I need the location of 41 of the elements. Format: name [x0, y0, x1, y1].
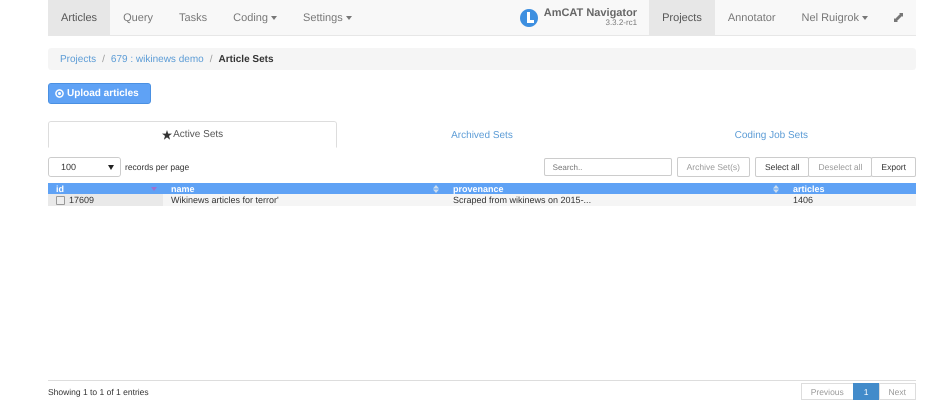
- nav-item[interactable]: Projects: [649, 0, 715, 35]
- table-cell: Scraped from wikinews on 2015-...: [445, 194, 785, 206]
- tab[interactable]: Active Sets: [48, 121, 338, 148]
- page-size-select[interactable]: 100: [48, 157, 121, 177]
- entries-info: Showing 1 to 1 of 1 entries: [48, 387, 149, 397]
- nav-item[interactable]: Annotator: [714, 0, 789, 35]
- version-label: 3.3.2-rc1: [606, 19, 638, 28]
- sort-icon[interactable]: [151, 184, 157, 192]
- nav-item[interactable]: Articles: [48, 0, 110, 35]
- action-button[interactable]: Export: [871, 157, 916, 177]
- nav-item[interactable]: Settings: [290, 0, 365, 35]
- column-header[interactable]: id: [48, 183, 163, 194]
- table-cell: 17609: [48, 194, 163, 206]
- nav-item[interactable]: Nel Ruigrok: [788, 0, 881, 35]
- nav-item[interactable]: Coding: [220, 0, 290, 35]
- breadcrumb-link[interactable]: Projects: [60, 54, 96, 64]
- nav-item[interactable]: Query: [110, 0, 166, 35]
- table-cell: Wikinews articles for terror': [163, 194, 445, 206]
- page-size-label: records per page: [125, 162, 190, 172]
- current-page-title: Article Sets: [218, 54, 274, 64]
- breadcrumb-separator: /: [210, 54, 213, 64]
- pagination-link[interactable]: Next: [878, 383, 916, 400]
- pagination-link[interactable]: 1: [852, 383, 880, 400]
- action-button[interactable]: Select all: [754, 157, 810, 177]
- checkbox[interactable]: [56, 196, 65, 204]
- sort-icon[interactable]: [433, 184, 439, 192]
- column-header[interactable]: provenance: [445, 183, 785, 194]
- logo-icon: [520, 8, 538, 26]
- nav-item[interactable]: Tasks: [166, 0, 220, 35]
- breadcrumb-link[interactable]: 679 : wikinews demo: [110, 54, 204, 64]
- circle-icon: [55, 89, 64, 98]
- upload-button[interactable]: Upload articles: [48, 83, 151, 104]
- column-header[interactable]: name: [163, 183, 445, 194]
- breadcrumb-separator: /: [102, 54, 105, 64]
- sort-icon[interactable]: [773, 184, 779, 192]
- pagination-link[interactable]: Previous: [800, 383, 854, 400]
- table-cell: 1406: [785, 194, 916, 206]
- search-field[interactable]: Search..: [544, 158, 672, 176]
- column-header[interactable]: articles: [785, 183, 916, 194]
- expand-icon: [894, 13, 903, 22]
- brand-title: AmCAT Navigator: [544, 8, 638, 19]
